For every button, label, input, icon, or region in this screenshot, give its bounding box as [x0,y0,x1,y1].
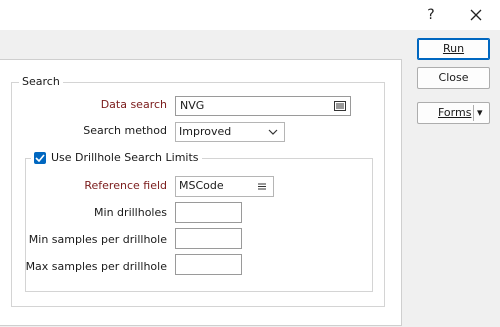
data-search-value: NVG [180,99,205,112]
reference-field-label: Reference field [84,179,167,192]
min-drillholes-label: Min drillholes [94,206,167,219]
close-icon [470,9,482,21]
title-bar: ? [0,0,500,30]
data-search-label: Data search [100,98,167,111]
reference-field-value: MSCode [179,179,224,192]
data-search-field[interactable]: NVG [175,96,351,116]
use-drillhole-limits-label[interactable]: Use Drillhole Search Limits [51,151,199,164]
search-method-select[interactable]: Improved [175,122,285,142]
close-button[interactable]: Close [417,67,490,89]
search-group-title: Search [19,75,63,88]
hamburger-menu-icon [258,183,266,190]
browse-list-icon[interactable] [334,101,346,111]
min-samples-field[interactable] [175,228,242,249]
forms-dropdown-arrow[interactable]: ▾ [477,103,483,122]
forms-label: Forms [438,106,472,119]
max-samples-field[interactable] [175,254,242,275]
use-drillhole-limits-checkbox[interactable] [34,151,46,164]
search-method-label: Search method [83,124,167,137]
run-label: Run [442,42,465,55]
reference-field-select[interactable]: MSCode [175,176,274,197]
forms-button[interactable]: Forms ▾ [417,102,490,124]
checkmark-icon [35,153,45,162]
run-button[interactable]: Run [417,38,490,60]
drillhole-group-header: Use Drillhole Search Limits [31,151,202,164]
main-panel: Search Data search NVG Search method Imp… [0,59,402,326]
min-drillholes-field[interactable] [175,202,242,223]
search-method-value: Improved [179,125,232,138]
min-samples-label: Min samples per drillhole [28,233,167,246]
forms-separator [473,105,474,121]
max-samples-label: Max samples per drillhole [25,260,167,273]
chevron-down-icon [268,129,278,135]
help-button[interactable]: ? [411,0,451,30]
close-window-button[interactable] [456,0,496,30]
